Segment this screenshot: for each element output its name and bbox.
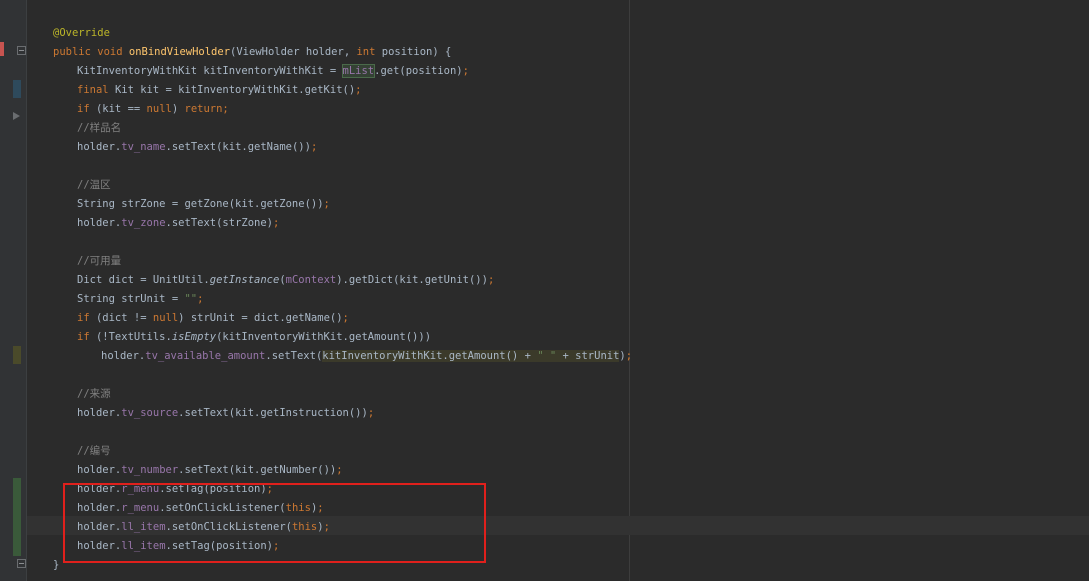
vcs-change-marker[interactable] [13,346,21,364]
code-token: null [146,103,172,115]
code-line[interactable]: //样品名 [77,119,121,138]
code-token: ; [342,312,349,324]
code-line[interactable]: //可用量 [77,252,121,271]
code-token: (kit == [95,103,147,115]
code-token: int [356,46,382,58]
code-token: holder. [77,407,122,419]
code-token: ; [487,274,495,286]
vcs-change-marker[interactable] [13,80,21,98]
code-token: String strUnit = [77,293,185,305]
fold-method-icon[interactable] [17,46,26,55]
right-margin-guide [629,0,630,581]
code-line[interactable]: public void onBindViewHolder(ViewHolder … [53,43,451,62]
code-token: (!TextUtils. [95,331,172,343]
code-token: " " [537,350,557,362]
code-token: if [77,103,96,115]
code-line[interactable]: //编号 [77,442,111,461]
code-token: public [53,46,98,58]
code-token: isEmpty [171,331,217,343]
code-token: onBindViewHolder [128,46,231,58]
code-token: .setText(kit.getInstruction()) [178,407,368,419]
code-line[interactable]: //温区 [77,176,111,195]
code-line[interactable]: @Override [53,24,110,43]
code-token: if [77,331,96,343]
code-token: kitInventoryWithKit.getAmount() + [322,350,538,362]
code-token: .setText(kit.getNumber()) [178,464,337,476]
vcs-added-marker[interactable] [13,478,21,556]
code-token: ) [171,103,185,115]
code-token: if [77,312,96,324]
code-line[interactable]: final Kit kit = kitInventoryWithKit.getK… [77,81,361,100]
code-token: holder. [77,217,122,229]
code-token: //样品名 [77,122,122,134]
fold-end-icon[interactable] [17,559,26,568]
code-token: ; [336,464,343,476]
code-token: ; [625,350,633,362]
code-token: } [53,559,60,571]
code-token: //来源 [77,388,111,400]
code-token: //编号 [77,445,111,457]
code-token: .setText(strZone) [165,217,273,229]
override-method-icon[interactable] [0,42,4,56]
code-token: //可用量 [77,255,122,267]
code-token: final [77,84,115,96]
code-token: tv_zone [121,217,166,229]
code-line[interactable]: //来源 [77,385,111,404]
code-token: ; [273,217,280,229]
code-line[interactable]: holder.tv_number.setText(kit.getNumber()… [77,461,343,480]
code-token: position) { [381,46,452,58]
code-token: KitInventoryWithKit kitInventoryWithKit … [77,65,343,77]
code-token: ; [367,407,375,419]
code-token: (dict != [95,312,153,324]
code-token: null [152,312,179,324]
code-token: mContext [285,274,337,286]
code-line[interactable]: if (kit == null) return; [77,100,229,119]
code-token: holder. [77,464,122,476]
code-token: Kit kit = kitInventoryWithKit.getKit() [114,84,356,96]
code-line[interactable]: holder.tv_zone.setText(strZone); [77,214,279,233]
code-token: getInstance [209,274,280,286]
code-token: (ViewHolder holder, [230,46,357,58]
code-line[interactable]: if (dict != null) strUnit = dict.getName… [77,309,349,328]
breakpoint-arrow-icon[interactable] [13,112,20,120]
code-token: @Override [53,27,110,39]
code-token: tv_source [121,407,179,419]
code-line[interactable]: String strZone = getZone(kit.getZone()); [77,195,330,214]
highlight-annotation-box [63,483,486,563]
code-token: ; [462,65,469,77]
code-token: "" [184,293,198,305]
code-line[interactable]: if (!TextUtils.isEmpty(kitInventoryWithK… [77,328,431,347]
code-token: String strZone = getZone(kit.getZone()) [77,198,324,210]
code-token: holder. [101,350,146,362]
code-token: ).getDict(kit.getUnit()) [336,274,488,286]
code-token: holder. [77,141,122,153]
code-line[interactable]: holder.tv_available_amount.setText(kitIn… [101,347,632,366]
code-token: ; [355,84,362,96]
code-token: ; [197,293,204,305]
code-token: ; [323,198,330,210]
code-token: return; [184,103,229,115]
code-token: void [97,46,129,58]
code-token: mList [341,64,376,78]
gutter-divider [26,0,27,581]
code-token: ; [310,141,318,153]
code-token: .setText( [265,350,323,362]
code-line[interactable]: Dict dict = UnitUtil.getInstance(mContex… [77,271,494,290]
code-token: .get(position) [374,65,463,77]
code-line[interactable]: String strUnit = ""; [77,290,203,309]
code-token: tv_name [121,141,166,153]
code-token: .setText(kit.getName()) [165,141,311,153]
code-token: Dict dict = UnitUtil. [77,274,210,286]
code-token: (kitInventoryWithKit.getAmount())) [216,331,432,343]
code-token: //温区 [77,179,111,191]
code-token: tv_number [121,464,179,476]
code-line[interactable]: holder.tv_source.setText(kit.getInstruct… [77,404,374,423]
code-line[interactable]: KitInventoryWithKit kitInventoryWithKit … [77,62,469,81]
code-token: tv_available_amount [145,350,266,362]
code-token: ) strUnit = dict.getName() [178,312,343,324]
code-line[interactable]: holder.tv_name.setText(kit.getName()); [77,138,317,157]
code-line[interactable]: } [53,556,59,575]
code-token: + strUnit [556,350,620,362]
